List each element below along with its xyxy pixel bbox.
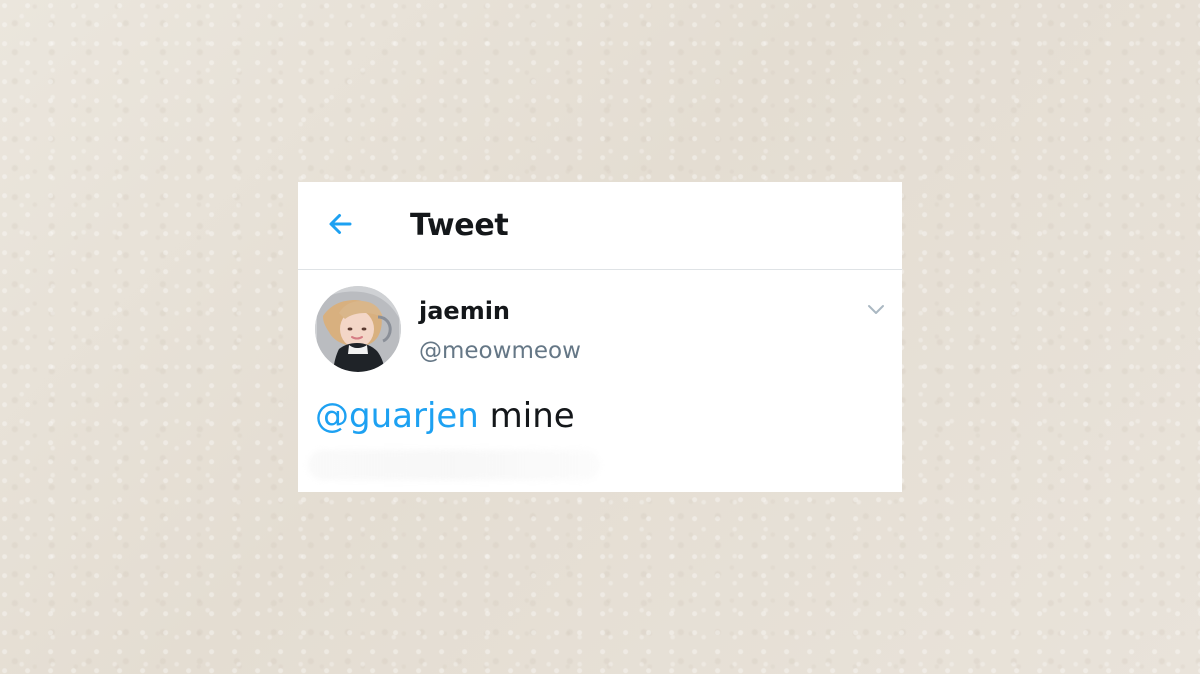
page-title: Tweet: [410, 208, 509, 243]
tweet-header: Tweet: [298, 182, 902, 270]
back-button[interactable]: [322, 206, 358, 242]
mention-link[interactable]: @guarjen: [315, 396, 479, 436]
arrow-left-icon: [329, 214, 352, 234]
tweet-body: mine: [489, 396, 575, 436]
tweet-menu-button[interactable]: [863, 299, 889, 321]
author-name[interactable]: jaemin: [419, 297, 510, 325]
avatar[interactable]: [315, 286, 401, 372]
chevron-down-icon: [868, 305, 884, 314]
avatar-photo: [315, 286, 401, 372]
author-handle[interactable]: @meowmeow: [419, 337, 581, 365]
tweet-text: @guarjen mine: [315, 394, 575, 438]
tweet-card: Tweet jaemin @meowmeow @guarjen mine: [298, 182, 902, 492]
fade-strip: [308, 450, 600, 480]
